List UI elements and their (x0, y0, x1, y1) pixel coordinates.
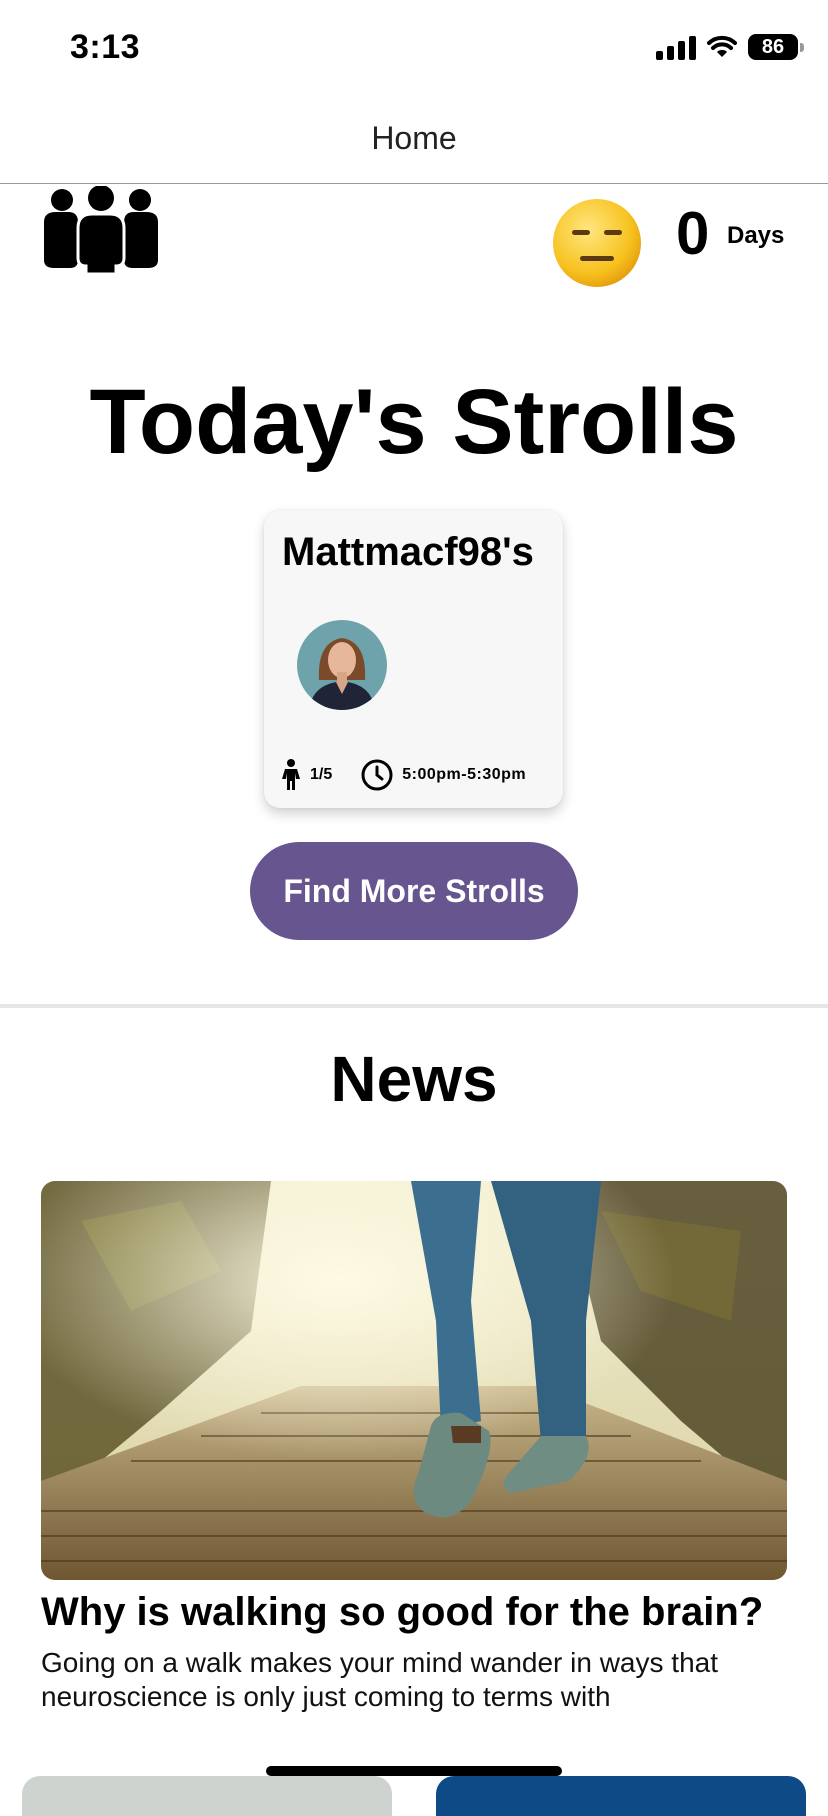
clock-icon (361, 759, 393, 791)
streak-count: 0 (676, 200, 710, 267)
group-people-icon[interactable] (38, 186, 164, 276)
news-card-peek[interactable] (436, 1776, 806, 1816)
find-more-strolls-button[interactable]: Find More Strolls (250, 842, 578, 940)
stroll-card[interactable]: Mattmacf98's 1/5 5:00pm-5:30pm (264, 510, 563, 808)
news-article-headline[interactable]: Why is walking so good for the brain? (41, 1590, 763, 1635)
participant-count: 1/5 (310, 766, 333, 783)
streak-label: Days (727, 222, 785, 249)
stroll-card-footer: 1/5 5:00pm-5:30pm (280, 759, 550, 791)
avatar (297, 620, 387, 710)
section-divider (0, 1004, 828, 1008)
stroll-time: 5:00pm-5:30pm (402, 766, 527, 783)
news-card-peek[interactable] (22, 1776, 392, 1816)
status-icons: 86 (656, 34, 804, 60)
cellular-signal-icon (656, 34, 696, 60)
nav-title: Home (371, 120, 457, 156)
news-article-summary: Going on a walk makes your mind wander i… (41, 1647, 718, 1712)
nav-divider (0, 183, 828, 184)
news-article-image[interactable] (41, 1181, 787, 1580)
status-time: 3:13 (70, 28, 141, 66)
news-title: News (330, 1043, 498, 1115)
home-indicator[interactable] (266, 1766, 562, 1776)
battery-icon: 86 (748, 34, 804, 60)
todays-strolls-title: Today's Strolls (89, 371, 739, 473)
stroll-card-title: Mattmacf98's (282, 530, 534, 574)
expressionless-face-icon (553, 199, 641, 287)
person-icon (282, 759, 300, 790)
wifi-icon (707, 35, 737, 57)
